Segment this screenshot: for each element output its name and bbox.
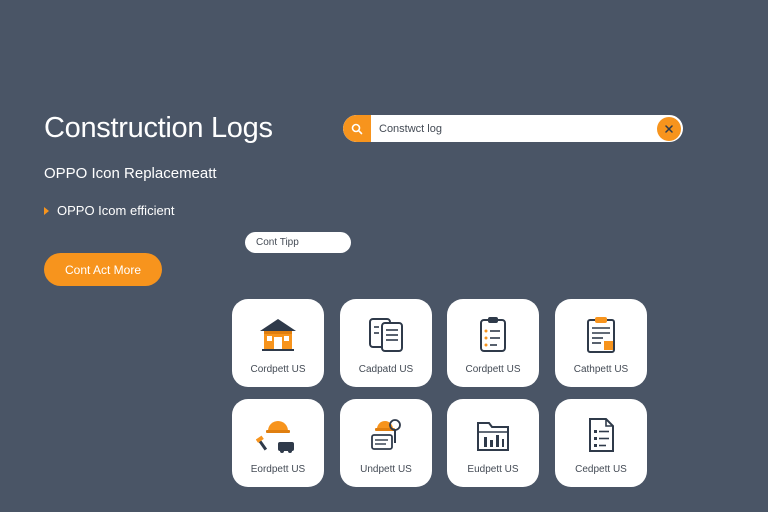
page-subtitle: OPPO Icon Replacemeatt [44, 165, 217, 182]
card-label: Eordpett US [250, 464, 306, 475]
house-icon [260, 319, 296, 351]
search-icon[interactable] [343, 115, 371, 142]
card-documents[interactable]: Cadpatd US [340, 299, 432, 387]
card-worker-tools[interactable]: Eordpett US [232, 399, 324, 487]
close-icon[interactable] [657, 116, 681, 141]
folder-chart-icon [477, 422, 509, 451]
cta-button[interactable]: Cont Act More [44, 253, 162, 286]
file-list-icon [589, 418, 614, 452]
card-label: Eudpett US [467, 464, 519, 475]
card-label: Cordpett US [465, 364, 521, 375]
screen: Construction Logs OPPO Icon Replacemeatt… [0, 0, 768, 512]
search-input[interactable]: Constwct log [371, 123, 657, 135]
card-label: Cadpatd US [358, 364, 414, 375]
card-label: Cathpett US [573, 364, 629, 375]
card-builder-search[interactable]: Undpett US [340, 399, 432, 487]
report-icon [587, 317, 615, 353]
card-file-list[interactable]: Cedpett US [555, 399, 647, 487]
card-label: Cordpett US [250, 364, 306, 375]
card-folder-chart[interactable]: Eudpett US [447, 399, 539, 487]
page-title: Construction Logs [44, 112, 273, 144]
card-label: Undpett US [360, 464, 412, 475]
card-label: Cedpett US [575, 464, 627, 475]
bullet-item[interactable]: OPPO Icom efficient [44, 203, 175, 218]
tip-chip[interactable]: Cont Tipp [245, 232, 351, 253]
documents-icon [369, 318, 403, 352]
bullet-label: OPPO Icom efficient [57, 203, 175, 218]
card-report[interactable]: Cathpett US [555, 299, 647, 387]
card-house[interactable]: Cordpett US [232, 299, 324, 387]
search-bar[interactable]: Constwct log [343, 115, 683, 142]
card-clipboard[interactable]: Cordpett US [447, 299, 539, 387]
bullet-arrow-icon [44, 206, 49, 215]
clipboard-icon [480, 317, 506, 352]
worker-tools-icon [256, 421, 294, 453]
builder-search-icon [371, 419, 401, 450]
